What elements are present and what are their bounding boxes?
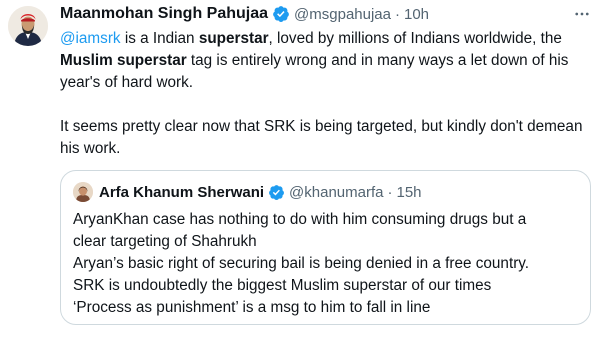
quoted-tweet-timestamp[interactable]: 15h xyxy=(396,184,421,201)
bold-text: Muslim superstar xyxy=(60,52,187,69)
quoted-author-handle[interactable]: @khanumarfa xyxy=(289,184,383,201)
separator-dot: · xyxy=(394,5,400,23)
separator-dot: · xyxy=(387,183,393,201)
quoted-tweet[interactable]: Arfa Khanum Sherwani @khanumarfa · 15h A… xyxy=(60,170,591,325)
tweet-paragraph-2: It seems pretty clear now that SRK is be… xyxy=(60,118,583,157)
author-handle[interactable]: @msgpahujaa xyxy=(294,6,391,23)
tweet-text: @iamsrk is a Indian superstar, loved by … xyxy=(60,28,590,160)
more-options-icon[interactable] xyxy=(572,4,592,24)
quoted-text-line: ‘Process as punishment’ is a msg to him … xyxy=(73,299,431,316)
author-avatar[interactable] xyxy=(8,6,48,46)
verified-badge-icon xyxy=(272,5,290,23)
text-segment: , loved by millions of Indians worldwide… xyxy=(268,30,562,47)
quoted-tweet-header: Arfa Khanum Sherwani @khanumarfa · 15h xyxy=(73,181,422,203)
quoted-author-avatar[interactable] xyxy=(73,182,93,202)
quoted-text-line: SRK is undoubtedly the biggest Muslim su… xyxy=(73,277,492,294)
quoted-tweet-text: AryanKhan case has nothing to do with hi… xyxy=(73,209,578,319)
tweet-paragraph-1: @iamsrk is a Indian superstar, loved by … xyxy=(60,28,590,94)
verified-badge-icon xyxy=(268,184,285,201)
quoted-text-line: clear targeting of Shahrukh xyxy=(73,233,257,250)
text-segment: is a Indian xyxy=(120,30,199,47)
quoted-avatar-image xyxy=(73,182,93,202)
tweet-header: Maanmohan Singh Pahujaa @msgpahujaa · 10… xyxy=(60,2,429,26)
author-name[interactable]: Maanmohan Singh Pahujaa xyxy=(60,5,268,23)
tweet-card[interactable]: Maanmohan Singh Pahujaa @msgpahujaa · 10… xyxy=(0,0,600,338)
quoted-text-line: AryanKhan case has nothing to do with hi… xyxy=(73,211,527,228)
bold-text: superstar xyxy=(198,30,269,47)
quoted-text-line: Aryan’s basic right of securing bail is … xyxy=(73,255,530,272)
avatar-image xyxy=(8,6,48,46)
quoted-author-name[interactable]: Arfa Khanum Sherwani xyxy=(99,184,264,201)
mention-link[interactable]: @iamsrk xyxy=(60,30,121,47)
tweet-timestamp[interactable]: 10h xyxy=(404,6,429,23)
